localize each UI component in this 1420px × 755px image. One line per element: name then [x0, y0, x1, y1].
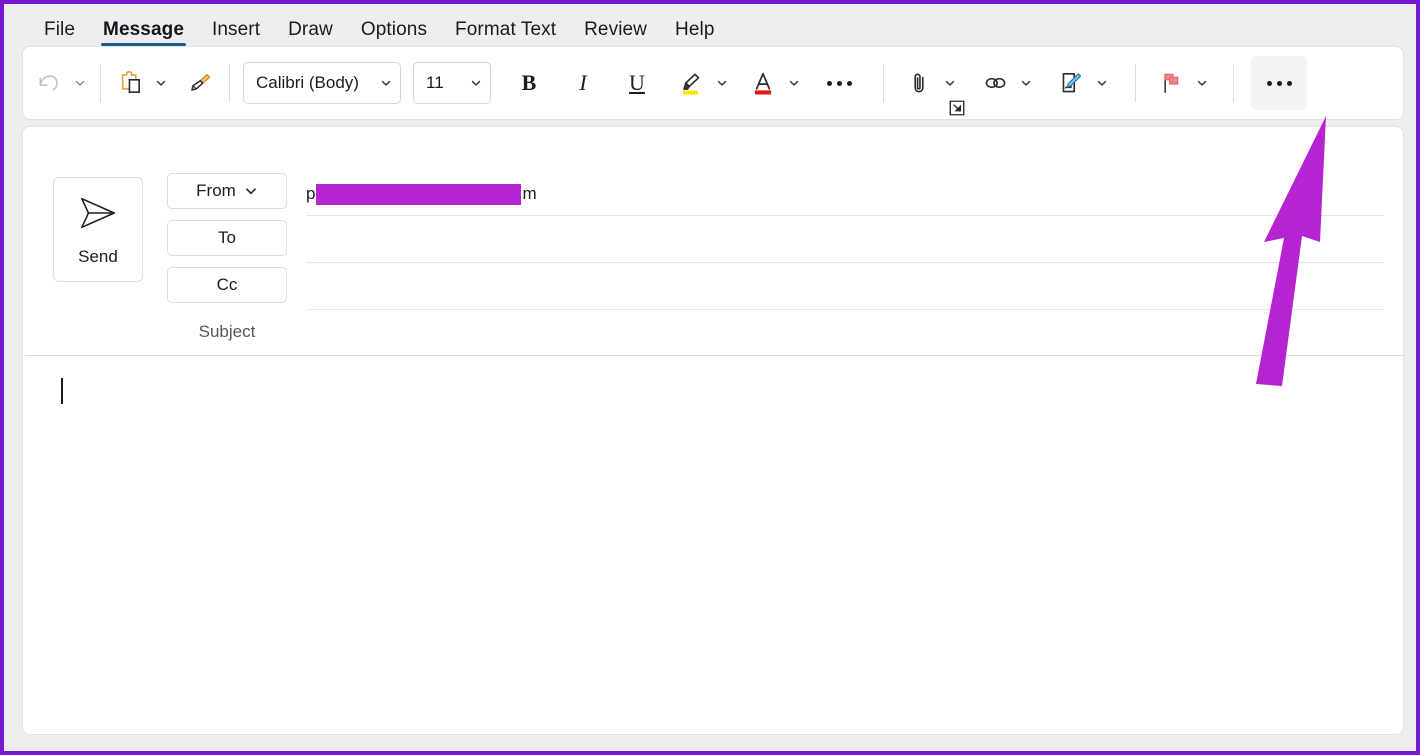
compose-pane: Send From p m To Cc Subject [22, 126, 1404, 735]
undo-dropdown-button[interactable] [69, 61, 91, 105]
bold-button[interactable]: B [509, 61, 549, 105]
bold-label: B [521, 70, 537, 95]
chevron-down-icon [156, 80, 166, 86]
chevron-down-icon [75, 80, 85, 86]
tab-options[interactable]: Options [347, 20, 441, 48]
flag-dropdown-button[interactable] [1191, 61, 1213, 105]
tab-review[interactable]: Review [570, 20, 661, 48]
format-painter-icon [191, 73, 211, 91]
send-button[interactable]: Send [53, 177, 143, 282]
divider [229, 64, 230, 102]
ribbon-group-font: Calibri (Body) 11 B I U [239, 47, 859, 119]
tab-message[interactable]: Message [89, 20, 198, 48]
from-field-underline [306, 215, 1384, 216]
from-field-button[interactable]: From [167, 173, 287, 209]
italic-label: I [579, 70, 587, 95]
compose-window: File Message Insert Draw Options Format … [0, 0, 1420, 755]
tab-insert[interactable]: Insert [198, 20, 274, 48]
font-size-value: 11 [426, 73, 444, 92]
from-field-label: From [196, 181, 236, 200]
format-painter-button[interactable] [180, 61, 220, 105]
cc-field-underline [306, 309, 1384, 310]
divider [100, 64, 101, 102]
font-name-combobox[interactable]: Calibri (Body) [243, 62, 401, 104]
tab-file[interactable]: File [30, 20, 89, 48]
more-options-button[interactable] [1251, 56, 1307, 110]
tab-help[interactable]: Help [661, 20, 728, 48]
divider [1233, 64, 1234, 102]
font-color-button[interactable] [743, 61, 783, 105]
chevron-down-icon [717, 80, 727, 86]
ellipsis-icon [1266, 80, 1292, 86]
underline-button[interactable]: U [617, 61, 657, 105]
dialog-launcher-icon [949, 100, 965, 116]
paperclip-icon [914, 73, 924, 93]
send-button-label: Send [78, 246, 118, 266]
from-value-suffix: m [522, 184, 537, 203]
font-color-dropdown-button[interactable] [783, 61, 805, 105]
paste-dropdown-button[interactable] [150, 61, 172, 105]
link-button[interactable] [975, 61, 1015, 105]
font-color-icon [754, 72, 772, 95]
chevron-down-icon [245, 188, 256, 195]
ribbon-group-include [893, 47, 1113, 119]
font-overflow-button[interactable] [819, 61, 859, 105]
signature-button[interactable] [1051, 61, 1091, 105]
tab-draw[interactable]: Draw [274, 20, 347, 48]
text-caret [61, 378, 63, 404]
text-highlight-button[interactable] [671, 61, 711, 105]
divider [883, 64, 884, 102]
to-field-button[interactable]: To [167, 220, 287, 256]
redaction-bar [316, 183, 522, 205]
ribbon-group-tags [1145, 47, 1213, 119]
highlight-dropdown-button[interactable] [711, 61, 733, 105]
undo-icon [39, 75, 58, 91]
message-body-editor[interactable] [25, 356, 1401, 734]
link-dropdown-button[interactable] [1015, 61, 1037, 105]
chevron-down-icon [1197, 80, 1207, 86]
flag-icon [1164, 73, 1179, 93]
font-name-value: Calibri (Body) [256, 73, 359, 92]
font-size-combobox[interactable]: 11 [413, 62, 491, 104]
tab-format-text[interactable]: Format Text [441, 20, 570, 48]
undo-button[interactable] [29, 61, 69, 105]
ribbon-tab-strip: File Message Insert Draw Options Format … [8, 8, 1416, 48]
ribbon-group-clipboard [110, 47, 220, 119]
chevron-down-icon [1021, 80, 1031, 86]
chevron-down-icon [945, 80, 955, 86]
from-value-prefix: p [306, 184, 316, 203]
chevron-down-icon [1097, 80, 1107, 86]
link-icon [985, 77, 1006, 89]
signature-icon [1062, 73, 1082, 93]
chevron-down-icon [381, 80, 391, 86]
highlighter-icon [682, 73, 700, 95]
chevron-down-icon [789, 80, 799, 86]
to-field-underline [306, 262, 1384, 263]
cc-field-button[interactable]: Cc [167, 267, 287, 303]
attach-file-button[interactable] [899, 61, 939, 105]
from-field-value[interactable]: p m [306, 182, 537, 206]
to-field-label: To [218, 228, 236, 247]
underline-label: U [629, 70, 645, 95]
chevron-down-icon [471, 80, 481, 86]
subject-field-label: Subject [167, 314, 287, 350]
follow-up-flag-button[interactable] [1151, 61, 1191, 105]
paste-button[interactable] [110, 61, 150, 105]
italic-button[interactable]: I [563, 61, 603, 105]
cc-field-label: Cc [216, 275, 238, 294]
signature-dropdown-button[interactable] [1091, 61, 1113, 105]
ellipsis-icon [826, 80, 852, 86]
divider [1135, 64, 1136, 102]
ribbon-group-undo [29, 47, 91, 119]
paste-icon [121, 71, 140, 93]
ribbon-toolbar: Calibri (Body) 11 B I U [22, 46, 1404, 151]
font-dialog-launcher[interactable] [948, 99, 966, 117]
send-plane-icon [81, 197, 115, 228]
subject-label-text: Subject [198, 322, 256, 341]
